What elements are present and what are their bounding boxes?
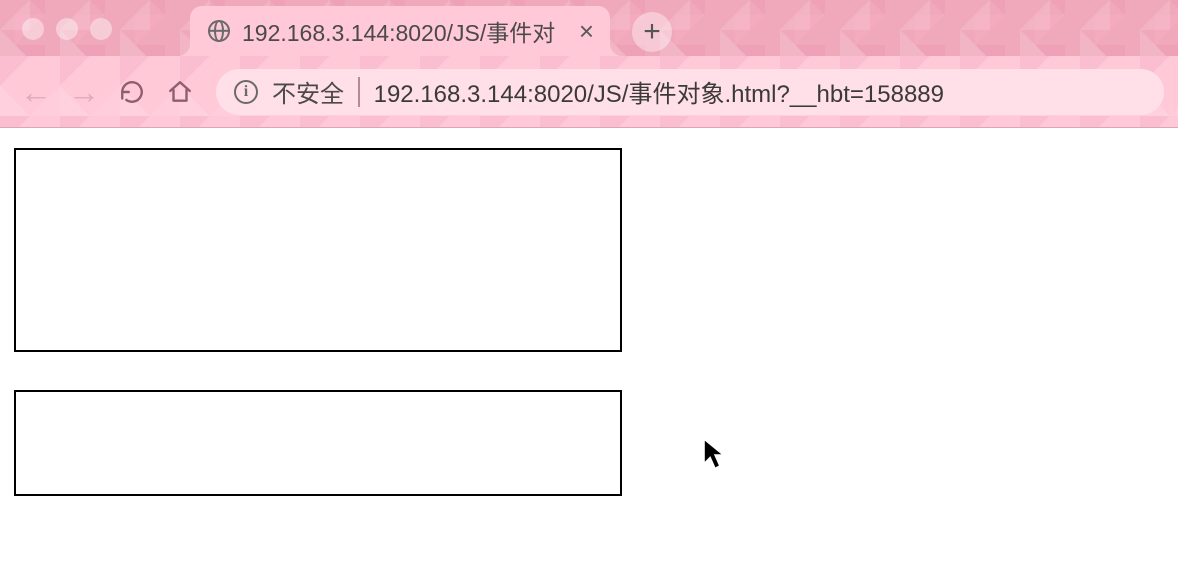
globe-icon <box>208 20 230 42</box>
page-content <box>0 128 1178 516</box>
arrow-left-icon: ← <box>20 76 52 108</box>
address-bar[interactable]: i 不安全 192.168.3.144:8020/JS/事件对象.html?__… <box>216 69 1164 115</box>
new-tab-button[interactable]: + <box>632 12 672 52</box>
home-button[interactable] <box>158 70 202 114</box>
toolbar: ← → i 不安全 192.168.3.144:8020/JS/事件对象.htm… <box>0 56 1178 128</box>
browser-chrome: 192.168.3.144:8020/JS/事件对 × + ← → i <box>0 0 1178 128</box>
forward-button[interactable]: → <box>62 70 106 114</box>
window-close-button[interactable] <box>22 18 44 40</box>
arrow-right-icon: → <box>68 76 100 108</box>
browser-tab[interactable]: 192.168.3.144:8020/JS/事件对 × <box>190 6 610 56</box>
window-maximize-button[interactable] <box>90 18 112 40</box>
reload-icon <box>119 79 145 105</box>
info-icon[interactable]: i <box>234 80 258 104</box>
text-input[interactable] <box>14 390 622 496</box>
window-controls <box>0 6 130 40</box>
textarea-input[interactable] <box>14 148 622 352</box>
window-minimize-button[interactable] <box>56 18 78 40</box>
separator <box>358 77 360 107</box>
close-tab-button[interactable]: × <box>579 18 594 44</box>
tab-strip: 192.168.3.144:8020/JS/事件对 × + <box>0 0 1178 56</box>
back-button[interactable]: ← <box>14 70 58 114</box>
reload-button[interactable] <box>110 70 154 114</box>
home-icon <box>167 79 193 105</box>
url-text: 192.168.3.144:8020/JS/事件对象.html?__hbt=15… <box>374 74 944 109</box>
plus-icon: + <box>643 17 661 47</box>
security-status-label: 不安全 <box>272 74 344 109</box>
tab-title: 192.168.3.144:8020/JS/事件对 <box>242 14 567 48</box>
